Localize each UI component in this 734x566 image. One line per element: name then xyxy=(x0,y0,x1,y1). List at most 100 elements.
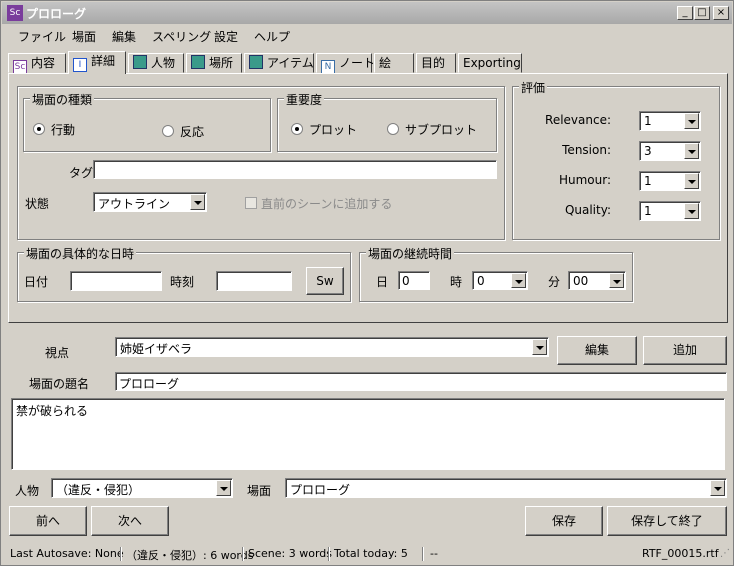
date-input[interactable] xyxy=(70,271,162,291)
relevance-value: 1 xyxy=(644,114,652,128)
resize-grip-icon[interactable]: ⋰ xyxy=(720,548,730,559)
status-divider xyxy=(120,547,121,561)
note-icon: N xyxy=(321,60,335,74)
sw-button[interactable]: Sw xyxy=(306,267,344,295)
chevron-down-icon[interactable] xyxy=(684,113,699,129)
radio-plot[interactable] xyxy=(291,123,303,135)
tab-items[interactable]: アイテム xyxy=(244,53,314,73)
radio-reaction-label: 反応 xyxy=(180,125,205,139)
rating-legend: 評価 xyxy=(519,79,548,96)
tab-goals[interactable]: 目的 xyxy=(416,53,456,73)
menu-scene[interactable]: 場面 xyxy=(72,28,96,45)
tab-content[interactable]: Sc 内容 xyxy=(8,53,66,74)
time-input[interactable] xyxy=(216,271,292,291)
chevron-down-icon[interactable] xyxy=(216,480,231,496)
edit-viewpoint-button[interactable]: 編集 xyxy=(557,336,637,365)
tension-select[interactable]: 3 xyxy=(639,141,701,161)
maximize-button[interactable]: □ xyxy=(694,6,710,20)
character-nav-value: （違反・侵犯） xyxy=(56,483,141,497)
radio-action-label: 行動 xyxy=(51,123,76,137)
radio-subplot[interactable] xyxy=(387,123,399,135)
save-button[interactable]: 保存 xyxy=(525,506,603,536)
duration-group: 場面の継続時間 日 0 時 0 分 00 xyxy=(359,245,633,302)
day-label: 日 xyxy=(376,275,389,289)
tab-content-label: 内容 xyxy=(31,56,56,70)
tab-locations-label: 場所 xyxy=(209,56,234,70)
importance-group: 重要度 プロット サブプロット xyxy=(277,91,497,152)
tab-characters[interactable]: 人物 xyxy=(128,53,184,73)
main-window: Sc プロローグ _ □ × ファイル 場面 編集 スペリング 設定 ヘルプ S… xyxy=(0,0,734,566)
radio-action[interactable] xyxy=(33,123,45,135)
tab-pictures-label: 絵 xyxy=(379,56,392,70)
file-name: RTF_00015.rtf xyxy=(642,547,719,560)
status-label: 状態 xyxy=(25,197,50,211)
chevron-down-icon[interactable] xyxy=(684,143,699,159)
autosave-status: Last Autosave: None xyxy=(10,547,124,560)
status-divider xyxy=(328,547,329,561)
scene-title-input[interactable]: プロローグ xyxy=(115,372,727,391)
details-panel: 場面の種類 行動 反応 重要度 プロット サブプロット タグ 状態 アウトライン… xyxy=(8,73,728,323)
info-icon: I xyxy=(73,58,87,72)
character-nav-label: 人物 xyxy=(15,484,40,498)
status-divider xyxy=(422,547,423,561)
tags-input[interactable] xyxy=(93,160,497,179)
hour-select[interactable]: 0 xyxy=(472,271,528,290)
scene-word-count: Scene: 3 words xyxy=(248,547,333,560)
status-divider xyxy=(242,547,243,561)
radio-subplot-label: サブプロット xyxy=(405,123,478,137)
relevance-label: Relevance: xyxy=(545,113,611,127)
prev-button[interactable]: 前へ xyxy=(9,506,87,536)
tab-notes[interactable]: N ノート xyxy=(316,53,375,74)
character-nav-select[interactable]: （違反・侵犯） xyxy=(51,478,233,498)
scene-nav-select[interactable]: プロローグ xyxy=(285,478,727,498)
person-icon xyxy=(133,55,147,69)
minute-label: 分 xyxy=(548,275,561,289)
menu-bar: ファイル 場面 編集 スペリング 設定 ヘルプ xyxy=(2,25,732,45)
quality-select[interactable]: 1 xyxy=(639,201,701,221)
time-label: 時刻 xyxy=(170,275,195,289)
relevance-select[interactable]: 1 xyxy=(639,111,701,131)
viewpoint-select[interactable]: 姉姫イザベラ xyxy=(115,337,549,357)
tab-details[interactable]: I 詳細 xyxy=(68,51,126,74)
minute-select[interactable]: 00 xyxy=(568,271,626,290)
chevron-down-icon[interactable] xyxy=(609,273,624,288)
tab-pictures[interactable]: 絵 xyxy=(374,53,414,73)
viewpoint-label: 視点 xyxy=(45,346,70,360)
day-input[interactable]: 0 xyxy=(398,271,430,290)
menu-file[interactable]: ファイル xyxy=(18,28,66,45)
status-select[interactable]: アウトライン xyxy=(93,192,207,212)
title-bar[interactable]: Sc プロローグ _ □ × xyxy=(2,2,732,24)
chevron-down-icon[interactable] xyxy=(511,273,526,288)
close-button[interactable]: × xyxy=(713,6,729,20)
humour-value: 1 xyxy=(644,174,652,188)
chevron-down-icon[interactable] xyxy=(684,203,699,219)
tab-exporting[interactable]: Exporting xyxy=(458,53,522,73)
menu-spelling[interactable]: スペリング xyxy=(152,28,211,45)
tab-characters-label: 人物 xyxy=(151,56,176,70)
sc-icon: Sc xyxy=(13,60,27,74)
total-today: Total today: 5 xyxy=(334,547,408,560)
datetime-legend: 場面の具体的な日時 xyxy=(24,245,137,262)
building-icon xyxy=(191,55,205,69)
chevron-down-icon[interactable] xyxy=(684,173,699,189)
save-close-button[interactable]: 保存して終了 xyxy=(607,506,727,536)
tab-locations[interactable]: 場所 xyxy=(186,53,242,73)
scene-title-label: 場面の題名 xyxy=(29,377,90,391)
radio-reaction[interactable] xyxy=(162,125,174,137)
menu-edit[interactable]: 編集 xyxy=(112,28,136,45)
menu-help[interactable]: ヘルプ xyxy=(254,28,290,45)
hour-value: 0 xyxy=(477,274,485,288)
menu-settings[interactable]: 設定 xyxy=(214,28,238,45)
viewpoint-value: 姉姫イザベラ xyxy=(120,342,193,356)
add-viewpoint-button[interactable]: 追加 xyxy=(643,336,727,365)
continue-checkbox[interactable] xyxy=(245,197,257,209)
humour-select[interactable]: 1 xyxy=(639,171,701,191)
next-button[interactable]: 次へ xyxy=(91,506,169,536)
minimize-button[interactable]: _ xyxy=(677,6,693,20)
date-label: 日付 xyxy=(24,275,49,289)
tab-items-label: アイテム xyxy=(267,56,314,70)
chevron-down-icon[interactable] xyxy=(710,480,725,496)
scene-summary-textarea[interactable]: 禁が破られる xyxy=(11,398,725,470)
chevron-down-icon[interactable] xyxy=(190,194,205,210)
chevron-down-icon[interactable] xyxy=(532,339,547,355)
